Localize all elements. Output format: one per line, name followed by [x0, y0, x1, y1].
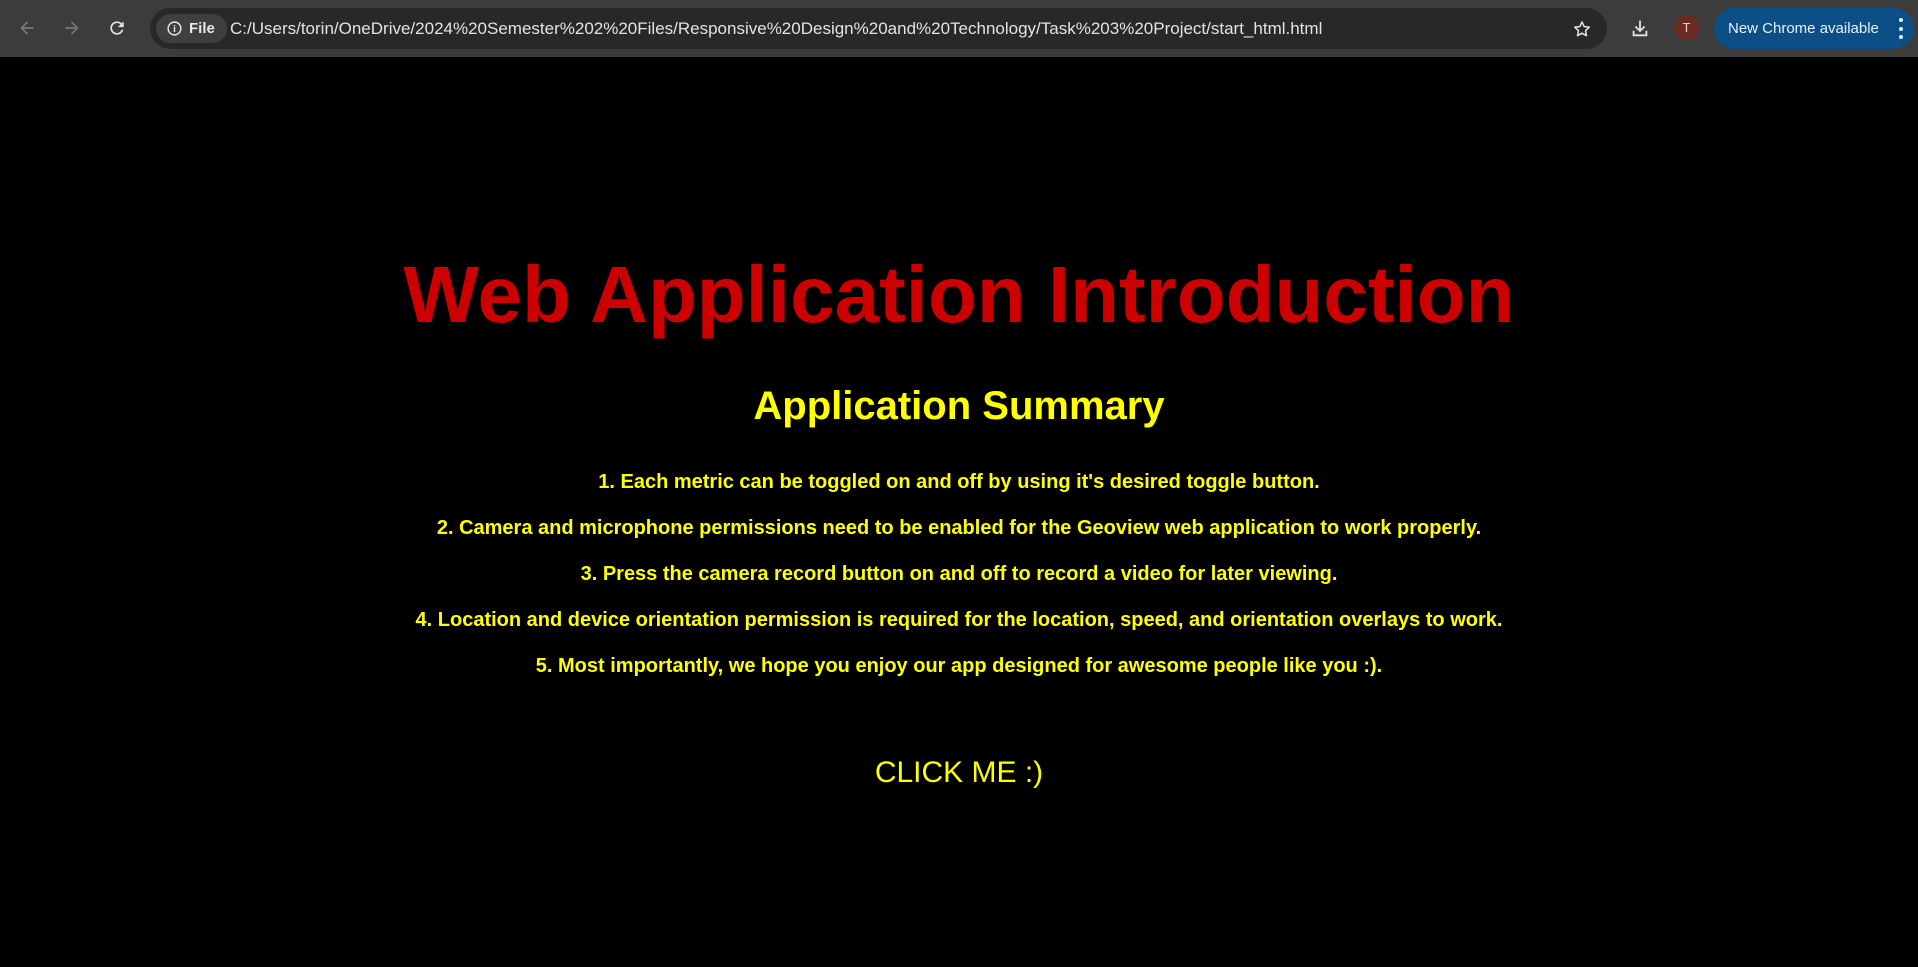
bookmark-button[interactable]	[1569, 16, 1595, 42]
reload-button[interactable]	[101, 12, 133, 44]
site-info-chip[interactable]: File	[156, 14, 227, 43]
back-arrow-icon	[20, 21, 34, 35]
back-button[interactable]	[11, 12, 43, 44]
click-me-button[interactable]: CLICK ME :)	[859, 751, 1059, 795]
url-text[interactable]: C:/Users/torin/OneDrive/2024%20Semester%…	[230, 8, 1322, 49]
forward-button[interactable]	[56, 12, 88, 44]
new-chrome-available-button[interactable]: New Chrome available	[1714, 8, 1914, 49]
site-chip-label: File	[189, 20, 215, 37]
summary-item-4: 4. Location and device orientation permi…	[415, 609, 1503, 631]
summary-item-1: 1. Each metric can be toggled on and off…	[598, 471, 1320, 493]
summary-heading: Application Summary	[753, 384, 1165, 428]
star-icon	[1574, 21, 1590, 37]
page-content: Web Application Introduction Application…	[0, 57, 1918, 967]
update-label: New Chrome available	[1728, 20, 1879, 37]
download-icon	[1632, 20, 1648, 37]
more-vert-icon[interactable]	[1898, 18, 1904, 39]
reload-icon	[110, 21, 124, 35]
forward-arrow-icon	[65, 21, 79, 35]
profile-avatar[interactable]: T	[1674, 15, 1699, 40]
info-icon	[167, 21, 182, 36]
downloads-button[interactable]	[1624, 12, 1656, 44]
page-title: Web Application Introduction	[403, 250, 1515, 339]
address-bar[interactable]: File C:/Users/torin/OneDrive/2024%20Seme…	[150, 8, 1607, 49]
summary-item-3: 3. Press the camera record button on and…	[580, 563, 1338, 585]
summary-item-5: 5. Most importantly, we hope you enjoy o…	[535, 655, 1383, 677]
browser-toolbar: File C:/Users/torin/OneDrive/2024%20Seme…	[0, 0, 1918, 57]
summary-item-2: 2. Camera and microphone permissions nee…	[436, 517, 1482, 539]
